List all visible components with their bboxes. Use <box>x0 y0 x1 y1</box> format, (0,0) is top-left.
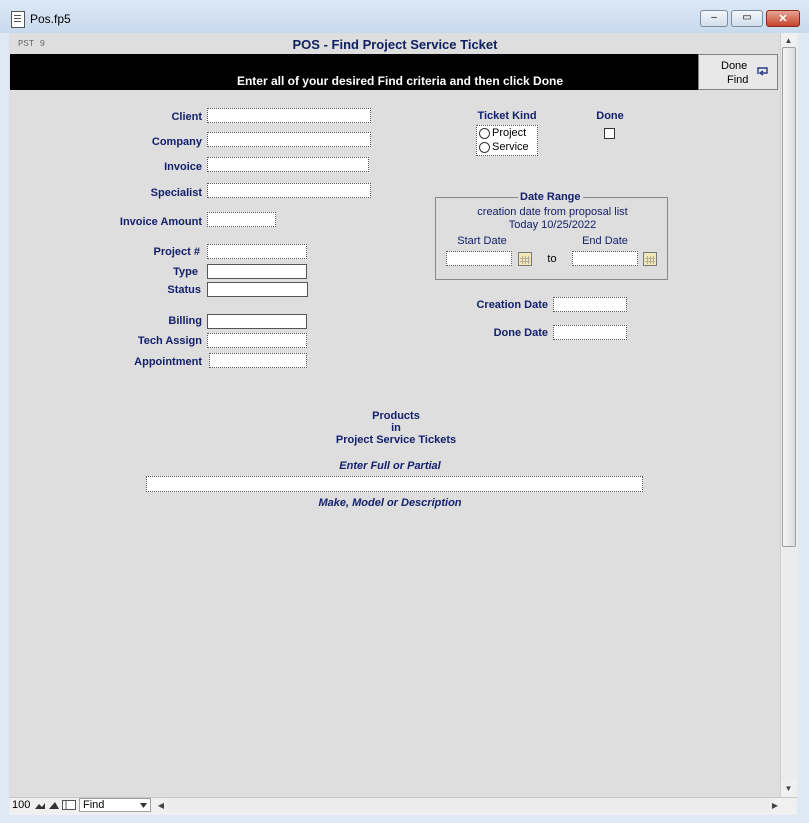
page-title: POS - Find Project Service Ticket <box>292 37 498 52</box>
tech-assign-field[interactable] <box>207 333 307 348</box>
appointment-label: Appointment <box>134 356 202 368</box>
billing-label: Billing <box>168 315 202 327</box>
end-date-field[interactable] <box>572 251 638 266</box>
window-titlebar <box>0 0 809 33</box>
invoice-label: Invoice <box>164 161 202 173</box>
creation-date-label: Creation Date <box>476 299 548 311</box>
start-date-label: Start Date <box>457 235 507 247</box>
products-title-line3: Project Service Tickets <box>335 434 457 446</box>
status-label: Status <box>167 284 201 296</box>
chevron-down-icon <box>140 803 147 808</box>
find-label: Find <box>727 74 749 86</box>
date-range-title: Date Range <box>518 191 583 203</box>
close-button[interactable]: ✕ <box>766 10 800 27</box>
radio-service-label: Service <box>492 141 529 153</box>
company-field[interactable] <box>207 132 371 147</box>
project-number-label: Project # <box>153 246 200 258</box>
radio-project[interactable] <box>479 128 490 139</box>
scroll-left-icon[interactable]: ◀ <box>155 798 167 813</box>
type-field[interactable] <box>207 264 307 279</box>
status-field[interactable] <box>207 282 308 297</box>
tech-assign-label: Tech Assign <box>137 335 202 347</box>
products-title-line1: Products <box>372 410 420 422</box>
client-field[interactable] <box>207 108 371 123</box>
done-date-label: Done Date <box>493 327 548 339</box>
maximize-button[interactable]: ▭ <box>731 10 763 27</box>
date-range-description: creation date from proposal list <box>477 206 628 218</box>
document-icon <box>11 11 25 28</box>
today-date-text: Today 10/25/2022 <box>508 219 597 231</box>
start-date-calendar-icon[interactable] <box>518 252 532 266</box>
layout-number: PST 9 <box>18 39 46 49</box>
products-title-line2: in <box>391 422 401 434</box>
client-label: Client <box>171 111 202 123</box>
scroll-right-icon[interactable]: ▶ <box>770 798 780 813</box>
products-hint-bottom: Make, Model or Description <box>318 497 462 509</box>
radio-service[interactable] <box>479 142 490 153</box>
minimize-icon: – <box>711 12 717 23</box>
products-hint-top: Enter Full or Partial <box>339 460 441 472</box>
scroll-up-icon[interactable]: ▲ <box>781 33 796 48</box>
status-area-toggle-icon[interactable] <box>62 800 76 810</box>
instruction-text: Enter all of your desired Find criteria … <box>236 74 564 88</box>
invoice-amount-field[interactable] <box>207 212 276 227</box>
appointment-field[interactable] <box>209 353 307 368</box>
window-title: Pos.fp5 <box>30 12 71 26</box>
horizontal-scrollbar[interactable] <box>167 798 770 812</box>
mode-value: Find <box>83 799 105 811</box>
done-find-button[interactable]: Done Find <box>698 54 778 90</box>
return-arrow-icon <box>757 67 768 76</box>
invoice-amount-label: Invoice Amount <box>119 216 202 228</box>
type-label: Type <box>173 266 198 278</box>
zoom-out-icon[interactable] <box>34 800 46 810</box>
done-check-label: Done <box>596 110 624 122</box>
project-number-field[interactable] <box>207 244 307 259</box>
start-date-field[interactable] <box>446 251 512 266</box>
end-date-label: End Date <box>582 235 628 247</box>
done-date-field[interactable] <box>553 325 627 340</box>
to-label: to <box>547 253 557 265</box>
ticket-kind-label: Ticket Kind <box>477 110 537 122</box>
vertical-scroll-thumb[interactable] <box>782 47 796 547</box>
products-search-field[interactable] <box>146 476 643 492</box>
company-label: Company <box>151 136 202 148</box>
close-icon: ✕ <box>778 13 788 25</box>
specialist-label: Specialist <box>150 187 202 199</box>
zoom-level[interactable]: 100 <box>12 799 30 811</box>
billing-field[interactable] <box>207 314 307 329</box>
maximize-icon: ▭ <box>742 12 752 23</box>
end-date-calendar-icon[interactable] <box>643 252 657 266</box>
minimize-button[interactable]: – <box>700 10 728 27</box>
radio-project-label: Project <box>492 127 527 139</box>
done-checkbox[interactable] <box>604 128 615 139</box>
scroll-down-icon[interactable]: ▼ <box>781 781 796 796</box>
invoice-field[interactable] <box>207 157 369 172</box>
mode-select[interactable]: Find <box>79 798 151 812</box>
specialist-field[interactable] <box>207 183 371 198</box>
creation-date-field[interactable] <box>553 297 627 312</box>
zoom-in-icon[interactable] <box>48 800 60 810</box>
done-label: Done <box>721 60 748 72</box>
